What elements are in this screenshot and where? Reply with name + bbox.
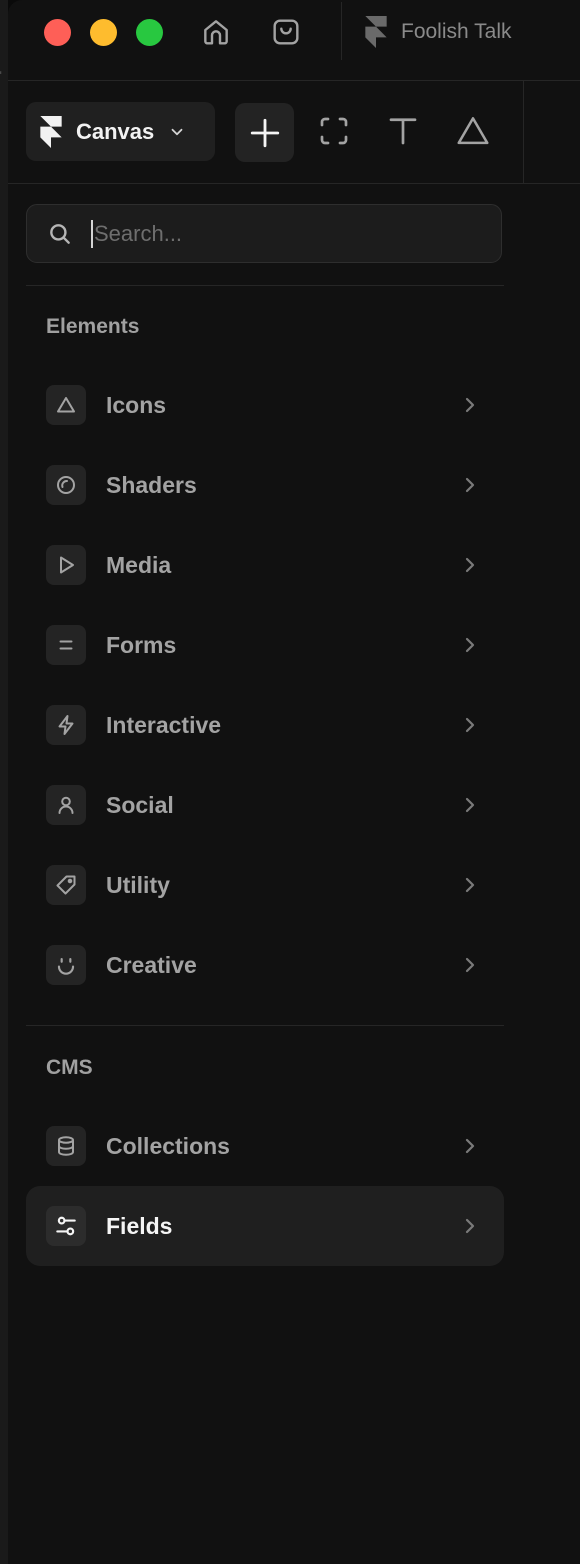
sidebar-item-label: Social — [106, 791, 174, 818]
sidebar-item-label: Utility — [106, 871, 170, 898]
chevron-right-icon — [465, 637, 475, 653]
title-bar-divider — [341, 2, 342, 60]
sidebar-item-label: Icons — [106, 391, 167, 418]
project-tab[interactable]: Foolish Talk — [364, 16, 512, 48]
bolt-icon — [58, 715, 74, 735]
sidebar-item-label: Forms — [106, 631, 177, 658]
chevron-right-icon — [465, 397, 475, 413]
chevron-right-icon — [465, 557, 475, 573]
text-tool-button[interactable] — [383, 111, 423, 151]
home-button[interactable] — [198, 14, 234, 50]
zoom-window-button[interactable] — [136, 19, 163, 46]
toolbar-canvas-divider — [523, 81, 524, 183]
framer-logo-icon — [365, 16, 387, 48]
section-title-cms: CMS — [46, 1056, 93, 1079]
frame-icon — [320, 117, 348, 145]
sidebar-item-social[interactable]: Social — [26, 765, 504, 845]
smile-icon — [57, 957, 75, 975]
chevron-right-icon — [465, 1138, 475, 1154]
plus-icon — [250, 118, 279, 147]
search-icon — [50, 223, 70, 244]
play-icon — [60, 556, 74, 574]
sidebar-item-icons[interactable]: Icons — [26, 365, 504, 445]
form-lines-icon — [59, 640, 73, 650]
text-cursor — [91, 219, 93, 248]
triangle-icon — [57, 397, 75, 413]
section-divider — [26, 1025, 504, 1026]
project-name: Foolish Talk — [401, 20, 512, 43]
minimize-window-button[interactable] — [90, 19, 117, 46]
chevron-right-icon — [465, 957, 475, 973]
sidebar-item-creative[interactable]: Creative — [26, 925, 504, 1005]
chevron-right-icon — [465, 1218, 475, 1234]
section-divider — [26, 285, 504, 286]
close-window-button[interactable] — [44, 19, 71, 46]
canvas-menu-button[interactable]: Canvas — [26, 102, 215, 161]
shopping-bag-icon — [273, 19, 299, 45]
chevron-right-icon — [465, 717, 475, 733]
shader-circle-icon — [57, 476, 75, 494]
sidebar-item-utility[interactable]: Utility — [26, 845, 504, 925]
sidebar-item-collections[interactable]: Collections — [26, 1106, 504, 1186]
user-icon — [58, 796, 74, 814]
sidebar-item-interactive[interactable]: Interactive — [26, 685, 504, 765]
chevron-right-icon — [465, 797, 475, 813]
sliders-icon — [56, 1216, 76, 1236]
search-input[interactable] — [94, 220, 474, 247]
marketplace-button[interactable] — [268, 14, 304, 50]
section-title-elements: Elements — [46, 315, 140, 338]
tag-icon — [56, 875, 76, 895]
sidebar-item-forms[interactable]: Forms — [26, 605, 504, 685]
text-icon — [389, 118, 417, 145]
background-window-edge: ▪ — [0, 0, 8, 1564]
sidebar-item-label: Media — [106, 551, 172, 578]
frame-tool-button[interactable] — [314, 111, 354, 151]
sidebar-item-shaders[interactable]: Shaders — [26, 445, 504, 525]
insert-button[interactable] — [235, 103, 294, 162]
chevron-right-icon — [465, 477, 475, 493]
sidebar-item-label: Fields — [106, 1212, 173, 1239]
shape-tool-button[interactable] — [453, 111, 493, 151]
sidebar-item-media[interactable]: Media — [26, 525, 504, 605]
sidebar-item-label: Interactive — [106, 711, 222, 738]
database-icon — [58, 1136, 74, 1156]
background-window-glyph: ▪ — [0, 68, 6, 79]
triangle-icon — [457, 117, 489, 145]
toolbar: Canvas — [8, 81, 580, 184]
canvas-menu-label: Canvas — [76, 118, 155, 144]
home-icon — [204, 20, 228, 45]
chevron-right-icon — [465, 877, 475, 893]
framer-window: Foolish Talk Canvas Search... Elements I… — [8, 0, 580, 1564]
sidebar-item-label: Collections — [106, 1132, 230, 1159]
search-field[interactable] — [26, 204, 502, 263]
title-bar: Foolish Talk — [8, 0, 580, 81]
sidebar-item-label: Shaders — [106, 471, 197, 498]
sidebar-item-fields[interactable]: Fields — [26, 1186, 504, 1266]
framer-logo-icon — [40, 115, 62, 148]
sidebar-item-label: Creative — [106, 951, 197, 978]
chevron-down-icon — [171, 128, 183, 135]
